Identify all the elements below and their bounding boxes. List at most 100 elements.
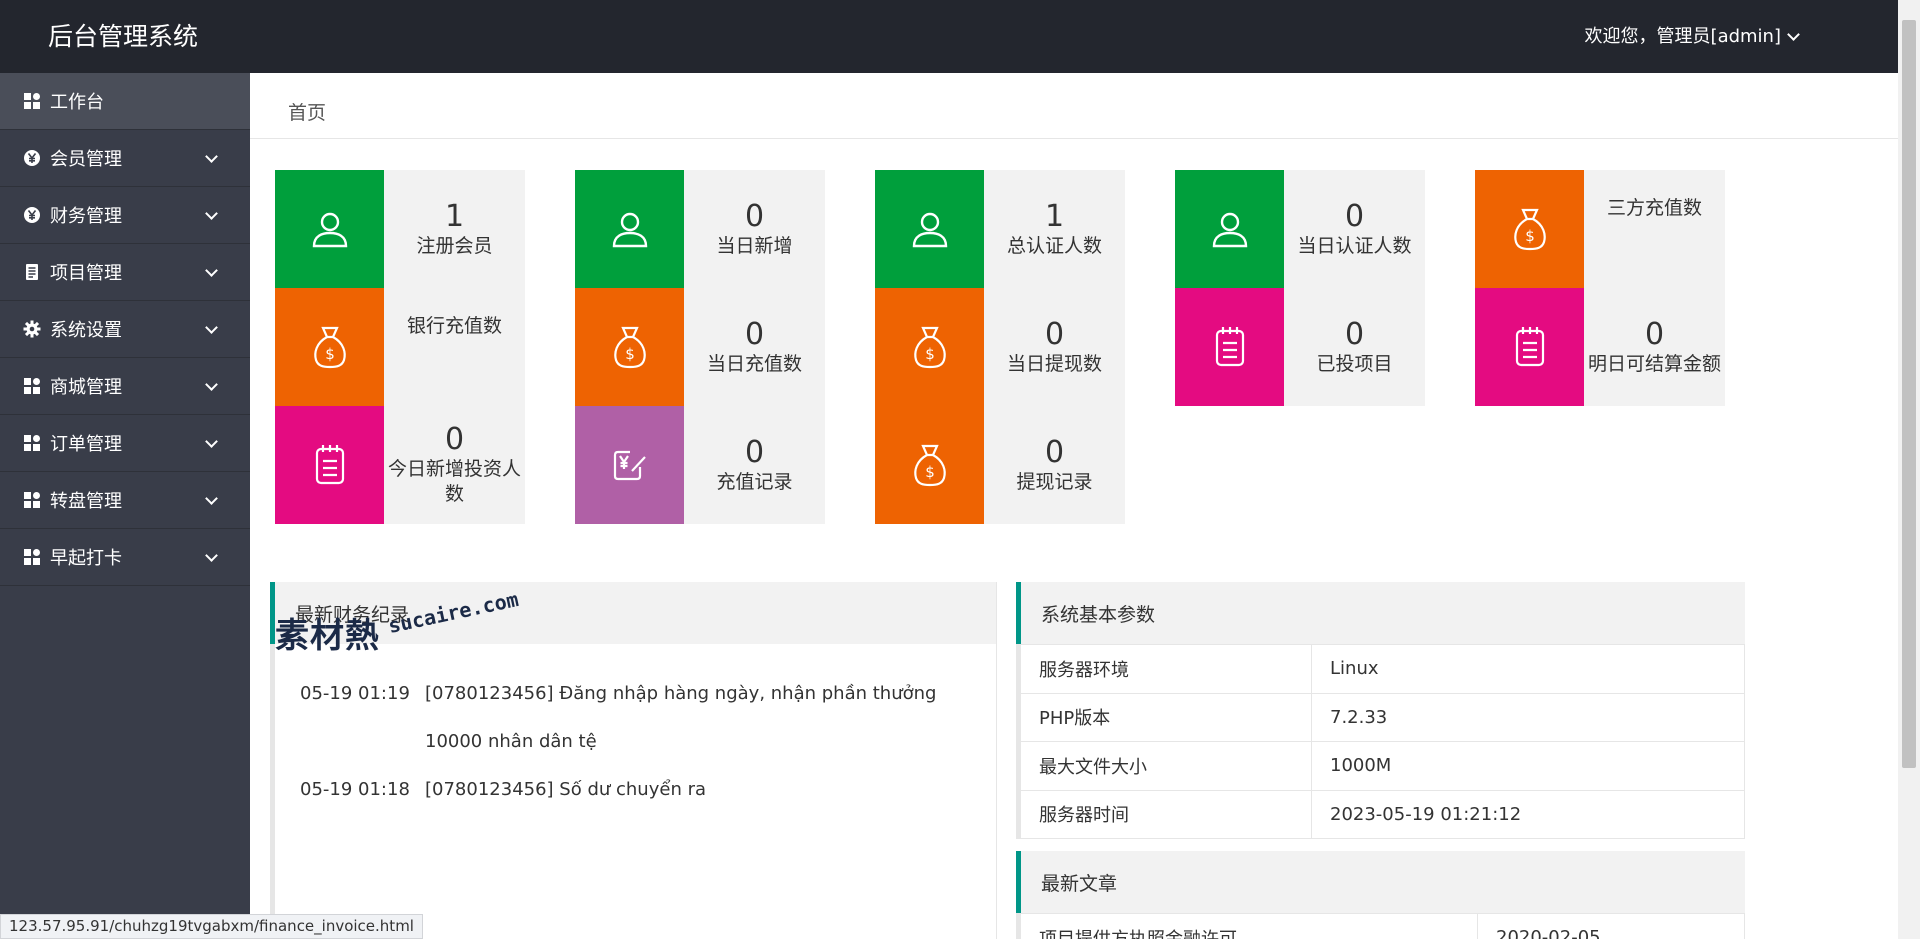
table-row: 服务器环境 Linux	[1018, 644, 1745, 694]
stat-card-tomorrow-settlement: 0 明日可结算金额	[1475, 288, 1725, 406]
stat-card-body: 0 已投项目	[1284, 288, 1425, 406]
top-header: 后台管理系统 欢迎您，管理员[admin]	[0, 0, 1898, 73]
stat-card-new-investors-today: 0 今日新增投资人数	[275, 406, 525, 524]
page-scrollbar[interactable]	[1898, 0, 1920, 939]
chevron-down-icon	[205, 150, 218, 163]
user-menu[interactable]: 欢迎您，管理员[admin]	[1584, 0, 1800, 73]
watermark-logo: 素材熱 sucaire.com	[275, 587, 521, 658]
log-text: [0780123456] Đăng nhập hàng ngày, nhận p…	[425, 683, 937, 752]
param-key: 服务器环境	[1018, 644, 1312, 694]
stat-value: 0	[1044, 434, 1065, 470]
system-params-panel: 系统基本参数 服务器环境 Linux PHP版本 7.2.33 最大文件大小 1…	[1016, 582, 1745, 839]
stat-card-body: 0 当日提现数	[984, 288, 1125, 406]
sidebar-item-label: 系统设置	[50, 320, 122, 341]
panel-title: 最新文章	[1016, 851, 1745, 913]
stat-value: 0	[744, 198, 765, 234]
user-icon[interactable]	[275, 170, 384, 288]
sidebar-item-members[interactable]: 会员管理	[0, 130, 250, 187]
stat-card-recharge-records: 0 充值记录	[575, 406, 825, 524]
sidebar-item-finance[interactable]: 财务管理	[0, 187, 250, 244]
stat-label: 当日认证人数	[1297, 234, 1412, 257]
sidebar-item-settings[interactable]: 系统设置	[0, 301, 250, 358]
table-row[interactable]: 项目提供方执照金融许可 2020-02-05	[1018, 913, 1745, 939]
money-bag-icon[interactable]: $	[575, 288, 684, 406]
sidebar-item-wheel[interactable]: 转盘管理	[0, 472, 250, 529]
chevron-down-icon	[205, 321, 218, 334]
notepad-icon[interactable]	[1475, 288, 1584, 406]
gear-icon	[22, 319, 42, 339]
user-icon[interactable]	[875, 170, 984, 288]
watermark-cn: 素材熱	[275, 616, 380, 656]
money-bag-icon[interactable]: $	[1475, 170, 1584, 288]
notepad-icon[interactable]	[1175, 288, 1284, 406]
list-item: 05-19 01:18 [0780123456] Số dư chuyển ra	[300, 766, 996, 814]
log-time: 05-19 01:18	[300, 779, 410, 800]
svg-text:$: $	[625, 345, 635, 363]
stat-card-body: 0 当日充值数	[684, 288, 825, 406]
apps-icon	[22, 433, 42, 453]
log-text: [0780123456] Số dư chuyển ra	[425, 779, 707, 800]
stat-label: 今日新增投资人数	[387, 458, 521, 505]
user-icon[interactable]	[1175, 170, 1284, 288]
sidebar-item-workbench[interactable]: 工作台	[0, 73, 250, 130]
param-value: 2023-05-19 01:21:12	[1311, 789, 1745, 839]
stat-value: 0	[444, 422, 465, 457]
stat-value: 1	[1044, 198, 1065, 234]
sidebar-item-label: 早起打卡	[50, 548, 122, 569]
apps-icon	[22, 547, 42, 567]
param-value: 1000M	[1311, 741, 1745, 791]
stat-value: 0	[1344, 198, 1365, 234]
scrollbar-thumb[interactable]	[1902, 20, 1916, 768]
article-title[interactable]: 项目提供方执照金融许可	[1018, 913, 1478, 939]
sidebar-item-orders[interactable]: 订单管理	[0, 415, 250, 472]
apps-icon	[22, 376, 42, 396]
sidebar-item-label: 工作台	[50, 92, 104, 113]
yen-circle-icon	[22, 148, 42, 168]
stat-card-body: 0 当日新增	[684, 170, 825, 288]
stat-card-withdraw-records: $ 0 提现记录	[875, 406, 1125, 524]
svg-text:$: $	[325, 345, 335, 363]
notepad-icon[interactable]	[275, 406, 384, 524]
sidebar-item-checkin[interactable]: 早起打卡	[0, 529, 250, 586]
dashboard-icon	[22, 91, 42, 111]
breadcrumb[interactable]: 首页	[288, 73, 326, 153]
stat-label: 银行充值数	[406, 315, 502, 337]
param-key: PHP版本	[1018, 692, 1312, 742]
latest-articles-panel: 最新文章 项目提供方执照金融许可 2020-02-05	[1016, 851, 1745, 939]
log-time: 05-19 01:19	[300, 683, 410, 704]
stat-label: 当日新增	[716, 234, 793, 257]
money-bag-icon[interactable]: $	[875, 288, 984, 406]
stat-label: 注册会员	[416, 234, 493, 257]
stat-card-invested-projects: 0 已投项目	[1175, 288, 1425, 406]
table-row: 服务器时间 2023-05-19 01:21:12	[1018, 789, 1745, 839]
system-params-table: 服务器环境 Linux PHP版本 7.2.33 最大文件大小 1000M 服务…	[1016, 644, 1745, 839]
money-bag-icon[interactable]: $	[275, 288, 384, 406]
article-date: 2020-02-05	[1477, 913, 1745, 939]
money-bag-icon[interactable]: $	[875, 406, 984, 524]
sidebar-item-label: 财务管理	[50, 206, 122, 227]
finance-log-list: 05-19 01:19 [0780123456] Đăng nhập hàng …	[270, 644, 996, 939]
sidebar-item-label: 转盘管理	[50, 491, 122, 512]
stat-label: 当日充值数	[706, 352, 802, 375]
stat-card-verified-today: 0 当日认证人数	[1175, 170, 1425, 288]
stat-card-body: 银行充值数	[384, 288, 525, 406]
param-value: 7.2.33	[1311, 692, 1745, 742]
sidebar-item-mall[interactable]: 商城管理	[0, 358, 250, 415]
chevron-down-icon	[205, 435, 218, 448]
chevron-down-icon	[205, 207, 218, 220]
sidebar-item-projects[interactable]: 项目管理	[0, 244, 250, 301]
stat-label: 提现记录	[1016, 470, 1093, 493]
svg-text:$: $	[925, 463, 935, 481]
chevron-down-icon	[205, 378, 218, 391]
user-menu-label: 欢迎您，管理员[admin]	[1584, 26, 1781, 47]
stat-label: 已投项目	[1316, 352, 1393, 375]
user-icon[interactable]	[575, 170, 684, 288]
stat-value: 0	[744, 316, 765, 352]
yen-edit-icon[interactable]	[575, 406, 684, 524]
stat-value: 0	[744, 434, 765, 470]
stat-card-body: 0 今日新增投资人数	[384, 406, 525, 524]
stat-card-recharge-today: $ 0 当日充值数	[575, 288, 825, 406]
apps-icon	[22, 490, 42, 510]
stat-value: 0	[1644, 316, 1665, 352]
sidebar-item-label: 订单管理	[50, 434, 122, 455]
